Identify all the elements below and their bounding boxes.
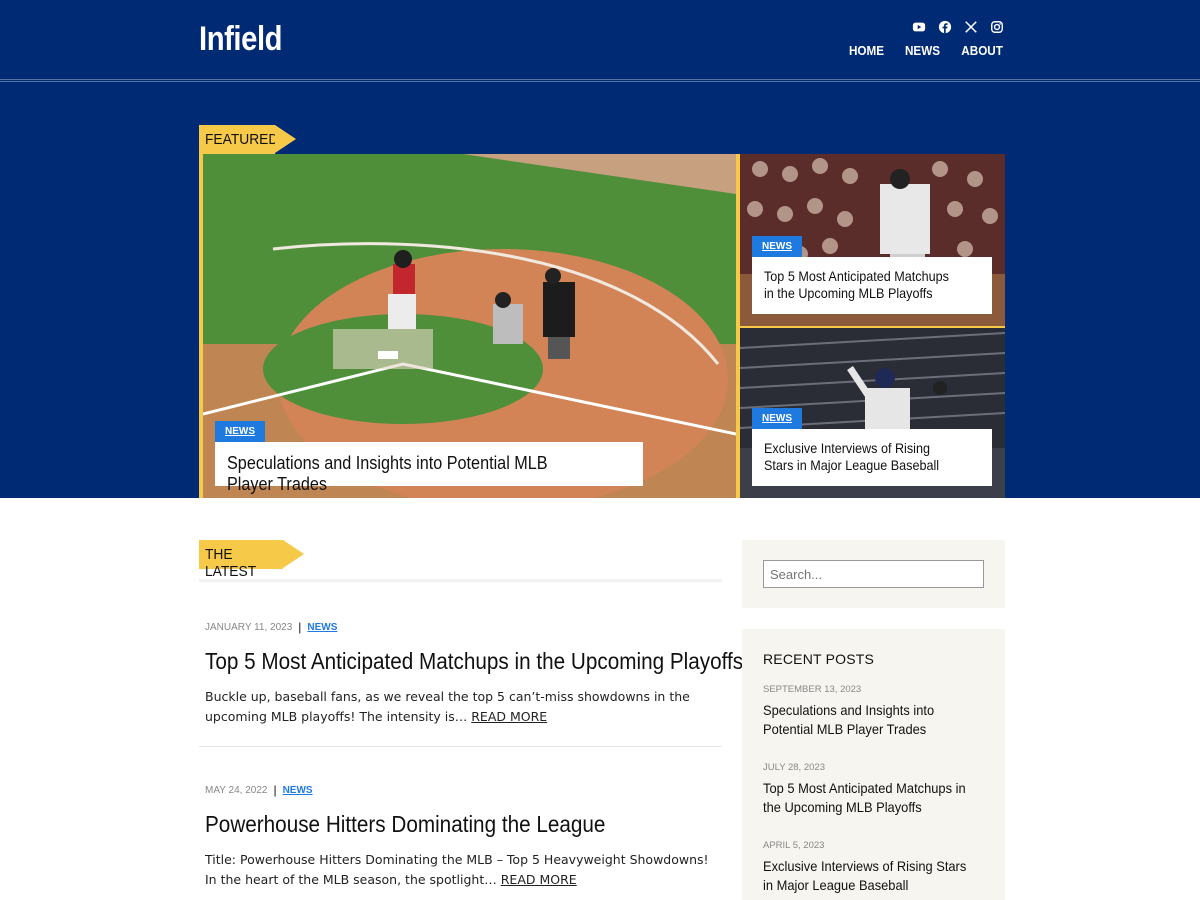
meta-separator: | xyxy=(273,783,277,797)
main-nav: HOME NEWS ABOUT xyxy=(847,43,1005,58)
recent-post-item: APRIL 5, 2023 Exclusive Interviews of Ri… xyxy=(763,840,988,895)
social-links xyxy=(912,20,1004,34)
post-date: JANUARY 11, 2023 xyxy=(205,621,293,633)
featured-main-title[interactable]: Speculations and Insights into Potential… xyxy=(215,442,643,494)
read-more-link[interactable]: READ MORE xyxy=(501,872,577,887)
featured-side-1-title[interactable]: Top 5 Most Anticipated Matchups in the U… xyxy=(752,257,992,314)
recent-post-title[interactable]: Top 5 Most Anticipated Matchups in the U… xyxy=(763,779,970,817)
post-meta: JANUARY 11, 2023 | NEWS xyxy=(205,620,720,634)
recent-posts-widget: RECENT POSTS SEPTEMBER 13, 2023 Speculat… xyxy=(742,629,1005,900)
recent-post-title[interactable]: Exclusive Interviews of Rising Stars in … xyxy=(763,857,970,895)
recent-post-date: JULY 28, 2023 xyxy=(763,762,825,773)
post-title[interactable]: Powerhouse Hitters Dominating the League xyxy=(205,811,669,838)
featured-main-category[interactable]: NEWS xyxy=(215,421,265,442)
post-excerpt: Buckle up, baseball fans, as we reveal t… xyxy=(205,689,690,724)
latest-label: THE LATEST xyxy=(199,540,304,580)
post-category[interactable]: NEWS xyxy=(307,622,337,633)
post-divider xyxy=(199,746,722,747)
post-date: MAY 24, 2022 xyxy=(205,784,268,796)
site-title[interactable]: Infield xyxy=(199,20,283,59)
search-widget xyxy=(742,540,1005,608)
recent-posts-title: RECENT POSTS xyxy=(763,651,875,667)
recent-post-date: SEPTEMBER 13, 2023 xyxy=(763,684,862,695)
recent-post-title[interactable]: Speculations and Insights into Potential… xyxy=(763,701,970,739)
featured-label: FEATURED xyxy=(199,125,296,154)
post-item: JANUARY 11, 2023 | NEWS Top 5 Most Antic… xyxy=(205,620,743,727)
search-input[interactable] xyxy=(763,560,984,588)
featured-side-2-title[interactable]: Exclusive Interviews of Rising Stars in … xyxy=(752,429,992,486)
featured-side-1-category[interactable]: NEWS xyxy=(752,236,802,257)
meta-separator: | xyxy=(298,620,302,634)
header-divider xyxy=(0,79,1200,82)
nav-news[interactable]: NEWS xyxy=(905,43,940,58)
featured-side-2-category[interactable]: NEWS xyxy=(752,408,802,429)
nav-home[interactable]: HOME xyxy=(849,43,884,58)
nav-about[interactable]: ABOUT xyxy=(961,43,1003,58)
recent-post-item: JULY 28, 2023 Top 5 Most Anticipated Mat… xyxy=(763,762,988,817)
x-twitter-icon[interactable] xyxy=(964,20,978,34)
recent-post-item: SEPTEMBER 13, 2023 Speculations and Insi… xyxy=(763,684,988,739)
youtube-icon[interactable] xyxy=(912,20,926,34)
post-item: MAY 24, 2022 | NEWS Powerhouse Hitters D… xyxy=(205,783,720,890)
facebook-icon[interactable] xyxy=(938,20,952,34)
post-category[interactable]: NEWS xyxy=(283,785,313,796)
read-more-link[interactable]: READ MORE xyxy=(471,709,547,724)
recent-post-date: APRIL 5, 2023 xyxy=(763,840,825,851)
latest-divider xyxy=(199,579,722,582)
instagram-icon[interactable] xyxy=(990,20,1004,34)
post-meta: MAY 24, 2022 | NEWS xyxy=(205,783,720,797)
post-excerpt: Title: Powerhouse Hitters Dominating the… xyxy=(205,852,709,887)
post-title[interactable]: Top 5 Most Anticipated Matchups in the U… xyxy=(205,648,743,675)
